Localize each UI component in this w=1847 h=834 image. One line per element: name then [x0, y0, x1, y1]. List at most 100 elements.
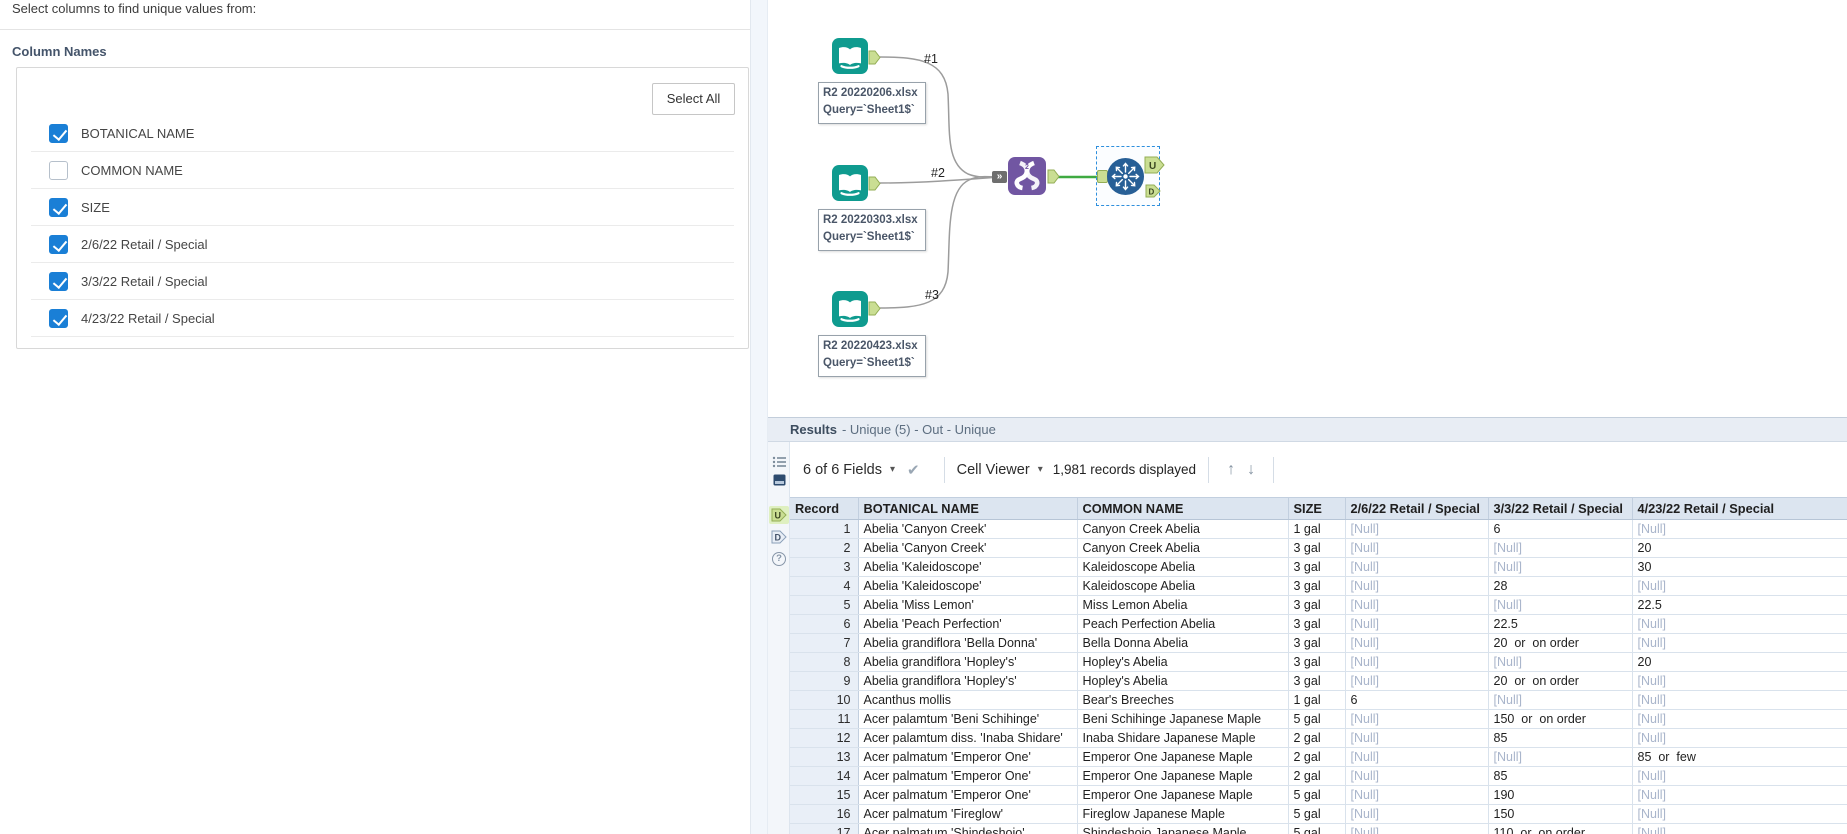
cell-size[interactable]: 1 gal	[1288, 519, 1346, 539]
cell-botanical-name[interactable]: Acer palmatum 'Emperor One'	[858, 766, 1078, 786]
cell-record[interactable]: 16	[790, 804, 859, 824]
cell-common-name[interactable]: Kaleidoscope Abelia	[1077, 576, 1289, 596]
column-checkbox-row[interactable]: BOTANICAL NAME	[31, 115, 734, 152]
cell-retail-3-3-22[interactable]: 190	[1488, 785, 1633, 805]
cell-record[interactable]: 9	[790, 671, 859, 691]
cell-botanical-name[interactable]: Acer palamtum 'Beni Schihinge'	[858, 709, 1078, 729]
table-row[interactable]: 7 Abelia grandiflora 'Bella Donna' Bella…	[790, 633, 1847, 653]
cell-retail-4-23-22[interactable]: [Null]	[1632, 709, 1847, 729]
column-checkbox[interactable]	[49, 123, 68, 143]
cell-retail-3-3-22[interactable]: 20 or on order	[1488, 633, 1633, 653]
cell-retail-3-3-22[interactable]: 110 or on order	[1488, 823, 1633, 834]
cell-retail-4-23-22[interactable]: 20	[1632, 538, 1847, 558]
cell-common-name[interactable]: Miss Lemon Abelia	[1077, 595, 1289, 615]
output-anchor[interactable]	[868, 176, 881, 191]
cell-size[interactable]: 5 gal	[1288, 823, 1346, 834]
cell-retail-2-6-22[interactable]: [Null]	[1345, 538, 1489, 558]
column-header[interactable]: COMMON NAME	[1077, 497, 1289, 520]
cell-retail-2-6-22[interactable]: [Null]	[1345, 557, 1489, 577]
cell-botanical-name[interactable]: Acer palmatum 'Shindeshojo'	[858, 823, 1078, 834]
cell-retail-2-6-22[interactable]: [Null]	[1345, 728, 1489, 748]
cell-viewer-dropdown[interactable]: Cell Viewer ▾	[957, 462, 1043, 478]
output-anchor[interactable]	[868, 50, 881, 65]
cell-common-name[interactable]: Peach Perfection Abelia	[1077, 614, 1289, 634]
cell-retail-4-23-22[interactable]: [Null]	[1632, 690, 1847, 710]
cell-retail-2-6-22[interactable]: [Null]	[1345, 671, 1489, 691]
column-checkbox[interactable]	[49, 160, 68, 180]
output-anchor[interactable]	[868, 301, 881, 316]
cell-retail-4-23-22[interactable]: [Null]	[1632, 519, 1847, 539]
cell-retail-3-3-22[interactable]: [Null]	[1488, 690, 1633, 710]
cell-common-name[interactable]: Canyon Creek Abelia	[1077, 519, 1289, 539]
cell-retail-4-23-22[interactable]: [Null]	[1632, 728, 1847, 748]
select-all-button[interactable]: Select All	[652, 83, 735, 115]
column-checkbox-row[interactable]: 3/3/22 Retail / Special	[31, 263, 734, 300]
cell-retail-2-6-22[interactable]: [Null]	[1345, 633, 1489, 653]
table-row[interactable]: 13 Acer palmatum 'Emperor One' Emperor O…	[790, 747, 1847, 767]
cell-common-name[interactable]: Fireglow Japanese Maple	[1077, 804, 1289, 824]
cell-record[interactable]: 4	[790, 576, 859, 596]
cell-size[interactable]: 3 gal	[1288, 576, 1346, 596]
cell-botanical-name[interactable]: Abelia grandiflora 'Bella Donna'	[858, 633, 1078, 653]
cell-botanical-name[interactable]: Abelia grandiflora 'Hopley's'	[858, 671, 1078, 691]
table-row[interactable]: 12 Acer palamtum diss. 'Inaba Shidare' I…	[790, 728, 1847, 748]
union-multi-input-anchor[interactable]: »	[992, 171, 1007, 183]
column-header[interactable]: 2/6/22 Retail / Special	[1345, 497, 1489, 520]
cell-record[interactable]: 10	[790, 690, 859, 710]
cell-size[interactable]: 3 gal	[1288, 538, 1346, 558]
cell-size[interactable]: 5 gal	[1288, 804, 1346, 824]
table-row[interactable]: 5 Abelia 'Miss Lemon' Miss Lemon Abelia …	[790, 595, 1847, 615]
cell-botanical-name[interactable]: Abelia 'Kaleidoscope'	[858, 576, 1078, 596]
cell-retail-3-3-22[interactable]: 85	[1488, 766, 1633, 786]
cell-record[interactable]: 5	[790, 595, 859, 615]
table-row[interactable]: 2 Abelia 'Canyon Creek' Canyon Creek Abe…	[790, 538, 1847, 558]
cell-botanical-name[interactable]: Acanthus mollis	[858, 690, 1078, 710]
cell-record[interactable]: 1	[790, 519, 859, 539]
cell-common-name[interactable]: Hopley's Abelia	[1077, 652, 1289, 672]
cell-common-name[interactable]: Emperor One Japanese Maple	[1077, 747, 1289, 767]
cell-botanical-name[interactable]: Acer palamtum diss. 'Inaba Shidare'	[858, 728, 1078, 748]
cell-retail-2-6-22[interactable]: [Null]	[1345, 785, 1489, 805]
cell-retail-4-23-22[interactable]: [Null]	[1632, 823, 1847, 834]
cell-retail-4-23-22[interactable]: [Null]	[1632, 576, 1847, 596]
cell-common-name[interactable]: Shindeshojo Japanese Maple	[1077, 823, 1289, 834]
cell-retail-3-3-22[interactable]: 22.5	[1488, 614, 1633, 634]
cell-size[interactable]: 3 gal	[1288, 671, 1346, 691]
column-checkbox[interactable]	[49, 197, 68, 217]
column-checkbox[interactable]	[49, 234, 68, 254]
column-checkbox[interactable]	[49, 271, 68, 291]
cell-retail-4-23-22[interactable]: [Null]	[1632, 804, 1847, 824]
cell-retail-2-6-22[interactable]: [Null]	[1345, 614, 1489, 634]
cell-retail-3-3-22[interactable]: 6	[1488, 519, 1633, 539]
input-annotation-1[interactable]: R2 20220206.xlsx Query=`Sheet1$`	[818, 82, 926, 124]
fields-dropdown[interactable]: 6 of 6 Fields ▾	[803, 462, 895, 478]
apply-check-icon[interactable]: ✔	[907, 461, 920, 479]
cell-record[interactable]: 6	[790, 614, 859, 634]
input-data-tool-3[interactable]	[832, 291, 868, 327]
table-row[interactable]: 8 Abelia grandiflora 'Hopley's' Hopley's…	[790, 652, 1847, 672]
cell-botanical-name[interactable]: Abelia grandiflora 'Hopley's'	[858, 652, 1078, 672]
cell-record[interactable]: 14	[790, 766, 859, 786]
table-row[interactable]: 15 Acer palmatum 'Emperor One' Emperor O…	[790, 785, 1847, 805]
input-data-tool-1[interactable]	[832, 38, 868, 74]
cell-size[interactable]: 2 gal	[1288, 766, 1346, 786]
cell-record[interactable]: 15	[790, 785, 859, 805]
cell-retail-4-23-22[interactable]: [Null]	[1632, 614, 1847, 634]
cell-size[interactable]: 2 gal	[1288, 728, 1346, 748]
cell-botanical-name[interactable]: Abelia 'Canyon Creek'	[858, 519, 1078, 539]
cell-common-name[interactable]: Canyon Creek Abelia	[1077, 538, 1289, 558]
union-tool[interactable]: 2 7	[1008, 157, 1046, 195]
output-anchor-u-button[interactable]: U	[769, 506, 789, 524]
cell-retail-4-23-22[interactable]: [Null]	[1632, 671, 1847, 691]
input-annotation-2[interactable]: R2 20220303.xlsx Query=`Sheet1$`	[818, 209, 926, 251]
column-checkbox-row[interactable]: 4/23/22 Retail / Special	[31, 300, 734, 337]
cell-retail-3-3-22[interactable]: [Null]	[1488, 652, 1633, 672]
cell-common-name[interactable]: Kaleidoscope Abelia	[1077, 557, 1289, 577]
cell-size[interactable]: 3 gal	[1288, 595, 1346, 615]
cell-size[interactable]: 3 gal	[1288, 557, 1346, 577]
union-output-anchor[interactable]	[1047, 169, 1060, 184]
cell-common-name[interactable]: Inaba Shidare Japanese Maple	[1077, 728, 1289, 748]
cell-common-name[interactable]: Hopley's Abelia	[1077, 671, 1289, 691]
input-annotation-3[interactable]: R2 20220423.xlsx Query=`Sheet1$`	[818, 335, 926, 377]
column-header[interactable]: 3/3/22 Retail / Special	[1488, 497, 1633, 520]
